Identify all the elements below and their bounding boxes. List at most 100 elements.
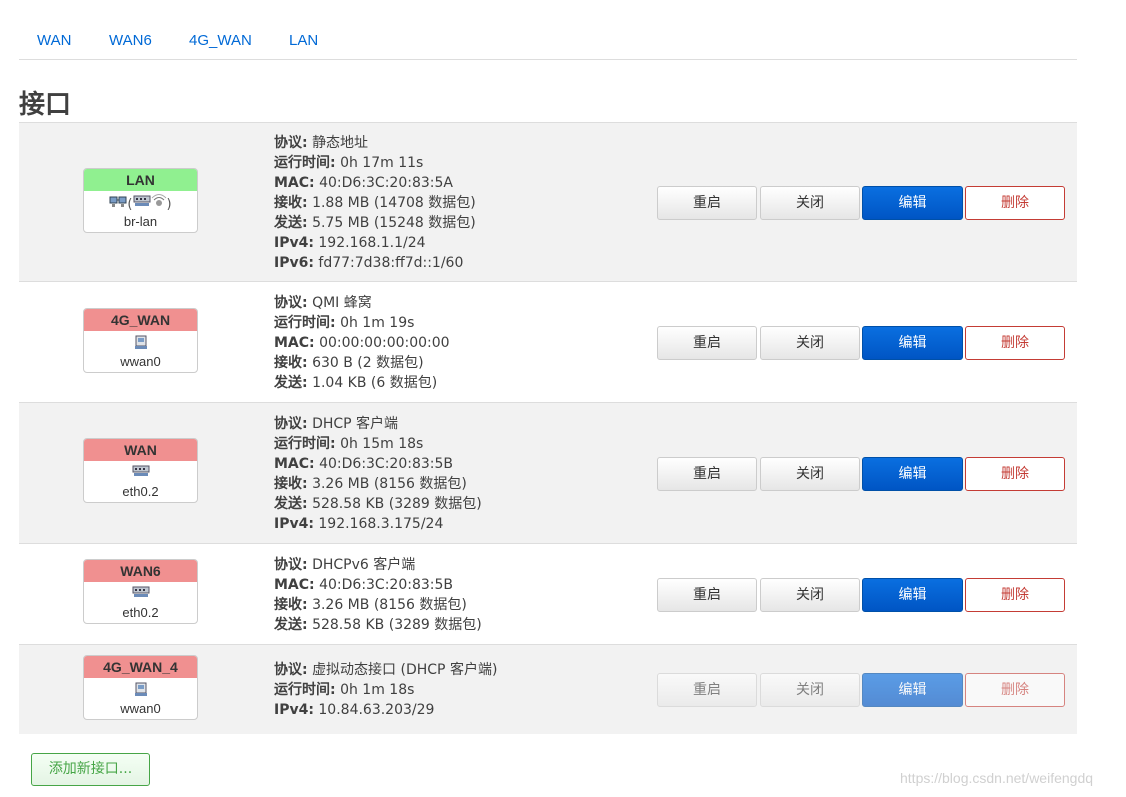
info-rx: 接收: 3.26 MB (8156 数据包)	[274, 474, 482, 494]
info-label: 协议:	[274, 416, 308, 432]
info-ipv4: IPv4: 10.84.63.203/29	[274, 700, 497, 720]
info-value: 1.04 KB (6 数据包)	[312, 375, 438, 391]
info-label: 发送:	[274, 375, 308, 391]
info-value: 528.58 KB (3289 数据包)	[312, 617, 482, 633]
tab-wan[interactable]: WAN	[37, 32, 71, 49]
info-tx: 发送: 5.75 MB (15248 数据包)	[274, 213, 476, 233]
info-protocol: 协议: 虚拟动态接口 (DHCP 客户端)	[274, 660, 497, 680]
delete-button[interactable]: 删除	[965, 326, 1065, 360]
delete-button[interactable]: 删除	[965, 457, 1065, 491]
interface-info: 协议: 静态地址 运行时间: 0h 17m 11s MAC: 40:D6:3C:20…	[274, 133, 476, 273]
ethernet-switch-icon	[133, 194, 151, 215]
info-label: IPv4:	[274, 702, 314, 718]
interface-info: 协议: 虚拟动态接口 (DHCP 客户端) 运行时间: 0h 1m 18s IPv4…	[274, 660, 497, 720]
interface-icons	[84, 585, 197, 605]
interface-name: 4G_WAN_4	[84, 656, 197, 678]
info-label: MAC:	[274, 456, 315, 472]
info-mac: MAC: 40:D6:3C:20:83:5B	[274, 454, 482, 474]
info-value: 3.26 MB (8156 数据包)	[312, 597, 467, 613]
stop-button[interactable]: 关闭	[760, 186, 860, 220]
delete-button[interactable]: 删除	[965, 578, 1065, 612]
restart-button[interactable]: 重启	[657, 673, 757, 707]
info-mac: MAC: 00:00:00:00:00:00	[274, 333, 450, 353]
interface-icons	[84, 334, 197, 354]
interface-badge: 4G_WAN wwan0	[83, 308, 198, 373]
interface-icons	[84, 681, 197, 701]
info-label: 发送:	[274, 215, 308, 231]
device-name: eth0.2	[122, 484, 159, 499]
stop-button[interactable]: 关闭	[760, 578, 860, 612]
edit-button[interactable]: 编辑	[862, 186, 963, 220]
interface-name: 4G_WAN	[84, 309, 197, 331]
edit-button[interactable]: 编辑	[862, 326, 963, 360]
info-value: 1.88 MB (14708 数据包)	[312, 195, 476, 211]
info-value: DHCPv6 客户端	[312, 557, 416, 573]
device-name: eth0.2	[122, 605, 159, 620]
stop-button[interactable]: 关闭	[760, 673, 860, 707]
restart-button[interactable]: 重启	[657, 326, 757, 360]
info-protocol: 协议: 静态地址	[274, 133, 476, 153]
tab-4g-wan[interactable]: 4G_WAN	[189, 32, 252, 49]
info-label: 运行时间:	[274, 315, 336, 331]
edit-button[interactable]: 编辑	[862, 578, 963, 612]
info-uptime: 运行时间: 0h 1m 19s	[274, 313, 450, 333]
interface-name: WAN	[84, 439, 197, 461]
delete-button[interactable]: 删除	[965, 186, 1065, 220]
info-label: IPv4:	[274, 516, 314, 532]
table-row: 4G_WAN wwan0 协议: QMI 蜂窝运行时间: 0h 1m 19s MAC:…	[19, 281, 1077, 402]
table-row: LAN() br-lan 协议: 静态地址 运行时间: 0h 17m 11s MAC: …	[19, 122, 1077, 281]
tab-lan[interactable]: LAN	[289, 32, 318, 49]
info-value: 630 B (2 数据包)	[312, 355, 424, 371]
info-value: 40:D6:3C:20:83:5B	[319, 456, 454, 472]
info-label: MAC:	[274, 175, 315, 191]
info-uptime: 运行时间: 0h 17m 11s	[274, 153, 476, 173]
info-value: 40:D6:3C:20:83:5A	[319, 175, 453, 191]
info-protocol: 协议: DHCP 客户端	[274, 414, 482, 434]
info-mac: MAC: 40:D6:3C:20:83:5A	[274, 173, 476, 193]
info-value: QMI 蜂窝	[312, 295, 372, 311]
info-tx: 发送: 528.58 KB (3289 数据包)	[274, 615, 482, 635]
info-value: fd77:7d38:ff7d::1/60	[318, 255, 464, 271]
info-label: 运行时间:	[274, 155, 336, 171]
info-value: 3.26 MB (8156 数据包)	[312, 476, 467, 492]
delete-button[interactable]: 删除	[965, 673, 1065, 707]
edit-button[interactable]: 编辑	[862, 673, 963, 707]
table-row: WAN eth0.2 协议: DHCP 客户端 运行时间: 0h 15m 18s MAC…	[19, 402, 1077, 543]
add-interface-button[interactable]: 添加新接口...	[31, 753, 150, 786]
info-value: 528.58 KB (3289 数据包)	[312, 496, 482, 512]
info-label: 接收:	[274, 195, 308, 211]
device-name: br-lan	[123, 214, 158, 229]
info-value: 192.168.3.175/24	[318, 516, 444, 532]
info-value: 00:00:00:00:00:00	[319, 335, 450, 351]
restart-button[interactable]: 重启	[657, 578, 757, 612]
tab-wan6[interactable]: WAN6	[109, 32, 152, 49]
info-value: DHCP 客户端	[312, 416, 399, 432]
info-rx: 接收: 1.88 MB (14708 数据包)	[274, 193, 476, 213]
info-protocol: 协议: DHCPv6 客户端	[274, 555, 482, 575]
interface-info: 协议: QMI 蜂窝运行时间: 0h 1m 19s MAC: 00:00:00:0…	[274, 293, 450, 393]
info-label: 协议:	[274, 295, 308, 311]
restart-button[interactable]: 重启	[657, 186, 757, 220]
info-label: IPv6:	[274, 255, 314, 271]
stop-button[interactable]: 关闭	[760, 326, 860, 360]
icon-group-close: )	[166, 197, 172, 212]
info-value: 10.84.63.203/29	[318, 702, 435, 718]
interface-badge: WAN6 eth0.2	[83, 559, 198, 624]
info-label: IPv4:	[274, 235, 314, 251]
info-label: 接收:	[274, 597, 308, 613]
ethernet-switch-icon	[132, 585, 150, 606]
info-mac: MAC: 40:D6:3C:20:83:5B	[274, 575, 482, 595]
restart-button[interactable]: 重启	[657, 457, 757, 491]
page-title: 接口	[19, 90, 72, 120]
info-uptime: 运行时间: 0h 15m 18s	[274, 434, 482, 454]
edit-button[interactable]: 编辑	[862, 457, 963, 491]
info-label: 协议:	[274, 135, 308, 151]
interface-badge: LAN () br-lan	[83, 168, 198, 233]
interface-name: WAN6	[84, 560, 197, 582]
network-bridge-icon	[109, 194, 127, 215]
device-name: wwan0	[120, 354, 161, 369]
interface-badge: WAN eth0.2	[83, 438, 198, 503]
device-name: wwan0	[120, 701, 161, 716]
info-label: 运行时间:	[274, 436, 336, 452]
stop-button[interactable]: 关闭	[760, 457, 860, 491]
